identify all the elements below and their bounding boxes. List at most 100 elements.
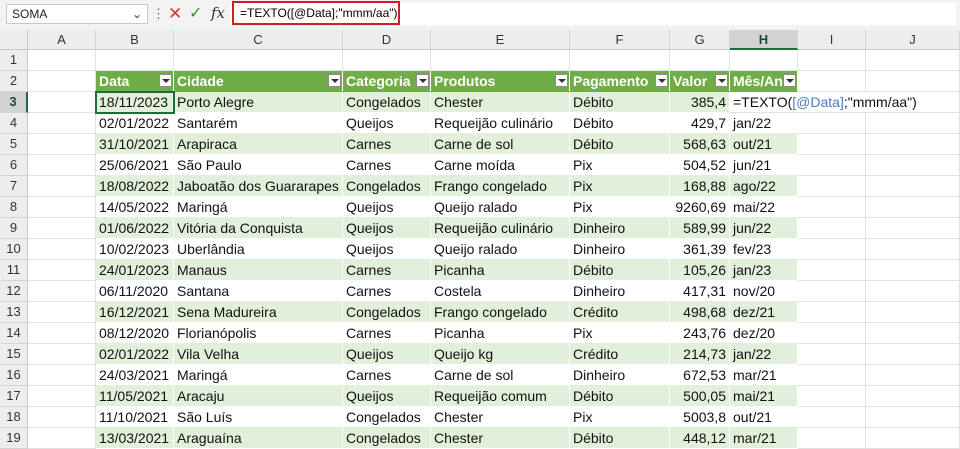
- cell-empty[interactable]: [28, 344, 96, 365]
- row-header-5[interactable]: 5: [0, 134, 28, 155]
- cell-mes[interactable]: ago/22: [730, 176, 798, 197]
- cell-cidade[interactable]: Vitória da Conquista: [174, 218, 343, 239]
- cell-empty[interactable]: [28, 407, 96, 428]
- row-header-12[interactable]: 12: [0, 281, 28, 302]
- cell-empty[interactable]: [866, 323, 960, 344]
- cell-valor[interactable]: 385,4: [670, 92, 730, 113]
- column-header-a[interactable]: A: [28, 30, 96, 50]
- column-header-h[interactable]: H: [730, 30, 798, 50]
- cell-empty[interactable]: [28, 71, 96, 92]
- table-header-mes[interactable]: Mês/An: [730, 71, 798, 92]
- cell-empty[interactable]: [730, 50, 798, 71]
- cell-empty[interactable]: [798, 323, 866, 344]
- cell-empty[interactable]: [28, 302, 96, 323]
- cell-cidade[interactable]: Santarém: [174, 113, 343, 134]
- cell-mes[interactable]: jan/22: [730, 344, 798, 365]
- cell-pagamento[interactable]: Dinheiro: [570, 365, 670, 386]
- row-header-4[interactable]: 4: [0, 113, 28, 134]
- cell-empty[interactable]: [866, 50, 960, 71]
- select-all-button[interactable]: [0, 30, 28, 50]
- cell-empty[interactable]: [28, 197, 96, 218]
- cell-empty[interactable]: [798, 281, 866, 302]
- cell-valor[interactable]: 504,52: [670, 155, 730, 176]
- filter-dropdown-icon[interactable]: [159, 74, 172, 87]
- cell-empty[interactable]: [28, 155, 96, 176]
- cell-empty[interactable]: [798, 50, 866, 71]
- cell-pagamento[interactable]: Crédito: [570, 344, 670, 365]
- cell-categoria[interactable]: Carnes: [343, 260, 431, 281]
- cell-empty[interactable]: [798, 71, 866, 92]
- row-header-2[interactable]: 2: [0, 71, 28, 92]
- cell-valor[interactable]: 168,88: [670, 176, 730, 197]
- filter-dropdown-icon[interactable]: [715, 74, 728, 87]
- cell-empty[interactable]: [798, 155, 866, 176]
- cell-valor[interactable]: 243,76: [670, 323, 730, 344]
- cell-empty[interactable]: [798, 197, 866, 218]
- cell-valor[interactable]: 5003,8: [670, 407, 730, 428]
- row-header-17[interactable]: 17: [0, 386, 28, 407]
- cell-empty[interactable]: [798, 218, 866, 239]
- cell-pagamento[interactable]: Pix: [570, 323, 670, 344]
- column-header-i[interactable]: I: [798, 30, 866, 50]
- cell-empty[interactable]: [28, 134, 96, 155]
- cell-valor[interactable]: 361,39: [670, 239, 730, 260]
- cell-cidade[interactable]: Manaus: [174, 260, 343, 281]
- cell-empty[interactable]: [28, 260, 96, 281]
- row-header-14[interactable]: 14: [0, 323, 28, 344]
- cell-categoria[interactable]: Queijos: [343, 218, 431, 239]
- cell-data[interactable]: 01/06/2022: [96, 218, 174, 239]
- cell-empty[interactable]: [174, 50, 343, 71]
- cell-produto[interactable]: Queijo ralado: [431, 239, 570, 260]
- cell-pagamento[interactable]: Pix: [570, 197, 670, 218]
- cell-cidade[interactable]: Florianópolis: [174, 323, 343, 344]
- column-header-d[interactable]: D: [343, 30, 431, 50]
- table-header-cidade[interactable]: Cidade: [174, 71, 343, 92]
- cell-mes[interactable]: out/21: [730, 134, 798, 155]
- editing-cell-h3[interactable]: =TEXTO([@Data];"mmm/aa"): [730, 92, 946, 113]
- cell-pagamento[interactable]: Dinheiro: [570, 239, 670, 260]
- cell-empty[interactable]: [28, 113, 96, 134]
- cell-data[interactable]: 02/01/2022: [96, 344, 174, 365]
- cell-pagamento[interactable]: Débito: [570, 428, 670, 449]
- cell-pagamento[interactable]: Débito: [570, 386, 670, 407]
- cell-empty[interactable]: [96, 50, 174, 71]
- row-header-18[interactable]: 18: [0, 407, 28, 428]
- cell-empty[interactable]: [866, 260, 960, 281]
- cell-categoria[interactable]: Congelados: [343, 407, 431, 428]
- cell-empty[interactable]: [866, 428, 960, 449]
- cell-empty[interactable]: [798, 386, 866, 407]
- name-box[interactable]: SOMA ⌄: [6, 4, 148, 24]
- cell-data[interactable]: 24/01/2023: [96, 260, 174, 281]
- cell-empty[interactable]: [28, 176, 96, 197]
- cell-pagamento[interactable]: Pix: [570, 176, 670, 197]
- cell-cidade[interactable]: Aracaju: [174, 386, 343, 407]
- cell-mes[interactable]: dez/20: [730, 323, 798, 344]
- cell-valor[interactable]: 105,26: [670, 260, 730, 281]
- cell-mes[interactable]: mar/21: [730, 428, 798, 449]
- cell-cidade[interactable]: Arapiraca: [174, 134, 343, 155]
- cell-mes[interactable]: fev/23: [730, 239, 798, 260]
- filter-dropdown-icon[interactable]: [555, 74, 568, 87]
- cell-empty[interactable]: [28, 218, 96, 239]
- row-header-13[interactable]: 13: [0, 302, 28, 323]
- cell-produto[interactable]: Frango congelado: [431, 302, 570, 323]
- cell-cidade[interactable]: Vila Velha: [174, 344, 343, 365]
- cell-produto[interactable]: Chester: [431, 428, 570, 449]
- cell-empty[interactable]: [798, 428, 866, 449]
- cell-empty[interactable]: [866, 71, 960, 92]
- cell-empty[interactable]: [798, 344, 866, 365]
- column-header-c[interactable]: C: [174, 30, 343, 50]
- cell-produto[interactable]: Frango congelado: [431, 176, 570, 197]
- cell-mes[interactable]: mai/21: [730, 386, 798, 407]
- cell-empty[interactable]: [866, 344, 960, 365]
- cell-empty[interactable]: [866, 407, 960, 428]
- cell-categoria[interactable]: Queijos: [343, 344, 431, 365]
- cell-categoria[interactable]: Queijos: [343, 386, 431, 407]
- cell-produto[interactable]: Requeijão culinário: [431, 218, 570, 239]
- cell-cidade[interactable]: Araguaína: [174, 428, 343, 449]
- cell-data[interactable]: 08/12/2020: [96, 323, 174, 344]
- cell-pagamento[interactable]: Crédito: [570, 302, 670, 323]
- cell-categoria[interactable]: Queijos: [343, 197, 431, 218]
- cell-empty[interactable]: [866, 113, 960, 134]
- chevron-down-icon[interactable]: ⌄: [132, 5, 142, 23]
